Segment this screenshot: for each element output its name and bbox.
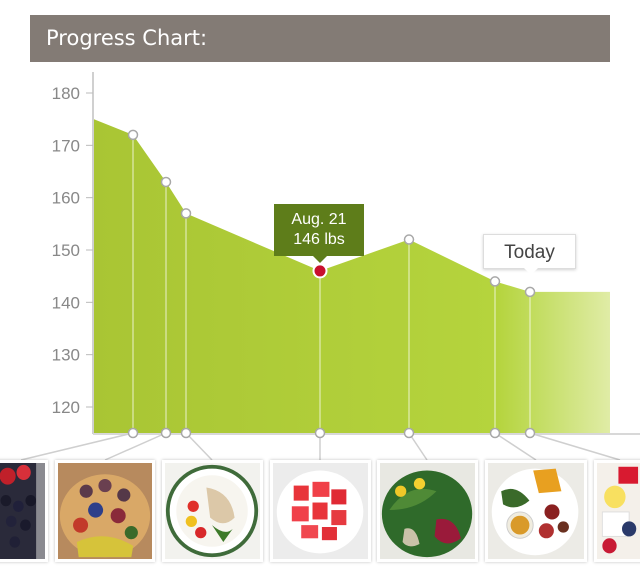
photo-green-salad[interactable] bbox=[377, 460, 478, 562]
y-tick-label: 120 bbox=[52, 398, 80, 417]
data-point[interactable] bbox=[180, 208, 192, 219]
axis-marker bbox=[127, 427, 139, 439]
photo-fruit-platter[interactable] bbox=[55, 460, 155, 562]
weight-area bbox=[94, 119, 610, 433]
photo-watermelon[interactable] bbox=[270, 460, 371, 562]
axis-marker bbox=[160, 427, 172, 439]
weight-tooltip: Aug. 21 146 lbs bbox=[274, 204, 364, 263]
watermelon-photo-icon bbox=[273, 463, 368, 559]
green-salad-photo-icon bbox=[380, 463, 475, 559]
axis-marker bbox=[314, 427, 326, 439]
photo-chicken-salad[interactable] bbox=[162, 460, 263, 562]
y-tick-label: 140 bbox=[52, 293, 80, 312]
data-point[interactable] bbox=[127, 129, 139, 141]
photo-dessert[interactable] bbox=[594, 460, 640, 562]
today-tooltip: Today bbox=[483, 234, 576, 275]
fruit-platter-photo-icon bbox=[58, 463, 152, 559]
y-tick-label: 150 bbox=[52, 241, 80, 260]
data-point[interactable] bbox=[524, 286, 536, 298]
y-tick-label: 180 bbox=[52, 84, 80, 103]
photo-dinner-plate[interactable] bbox=[485, 460, 587, 562]
axis-marker bbox=[403, 427, 415, 439]
data-point[interactable] bbox=[160, 176, 172, 188]
tooltip-date: Aug. 21 bbox=[291, 211, 347, 228]
y-tick-label: 130 bbox=[52, 346, 80, 365]
tooltip-weight: 146 lbs bbox=[293, 231, 345, 248]
highlight-point[interactable] bbox=[312, 263, 328, 279]
y-tick-label: 170 bbox=[52, 136, 80, 155]
photo-connector bbox=[529, 432, 621, 461]
chicken-salad-photo-icon bbox=[165, 463, 260, 559]
y-tick-label: 160 bbox=[52, 189, 80, 208]
dessert-photo-icon bbox=[597, 463, 640, 559]
data-point[interactable] bbox=[403, 234, 415, 245]
dinner-plate-photo-icon bbox=[488, 463, 584, 559]
photo-connector bbox=[20, 432, 134, 461]
today-label: Today bbox=[504, 242, 555, 263]
data-point[interactable] bbox=[489, 276, 501, 287]
axis-marker bbox=[180, 427, 192, 439]
photo-connector bbox=[185, 432, 213, 461]
axis-marker bbox=[524, 427, 536, 439]
berries-photo-icon bbox=[0, 463, 45, 559]
axis-marker bbox=[489, 427, 501, 439]
photo-blackberries[interactable] bbox=[0, 460, 48, 562]
